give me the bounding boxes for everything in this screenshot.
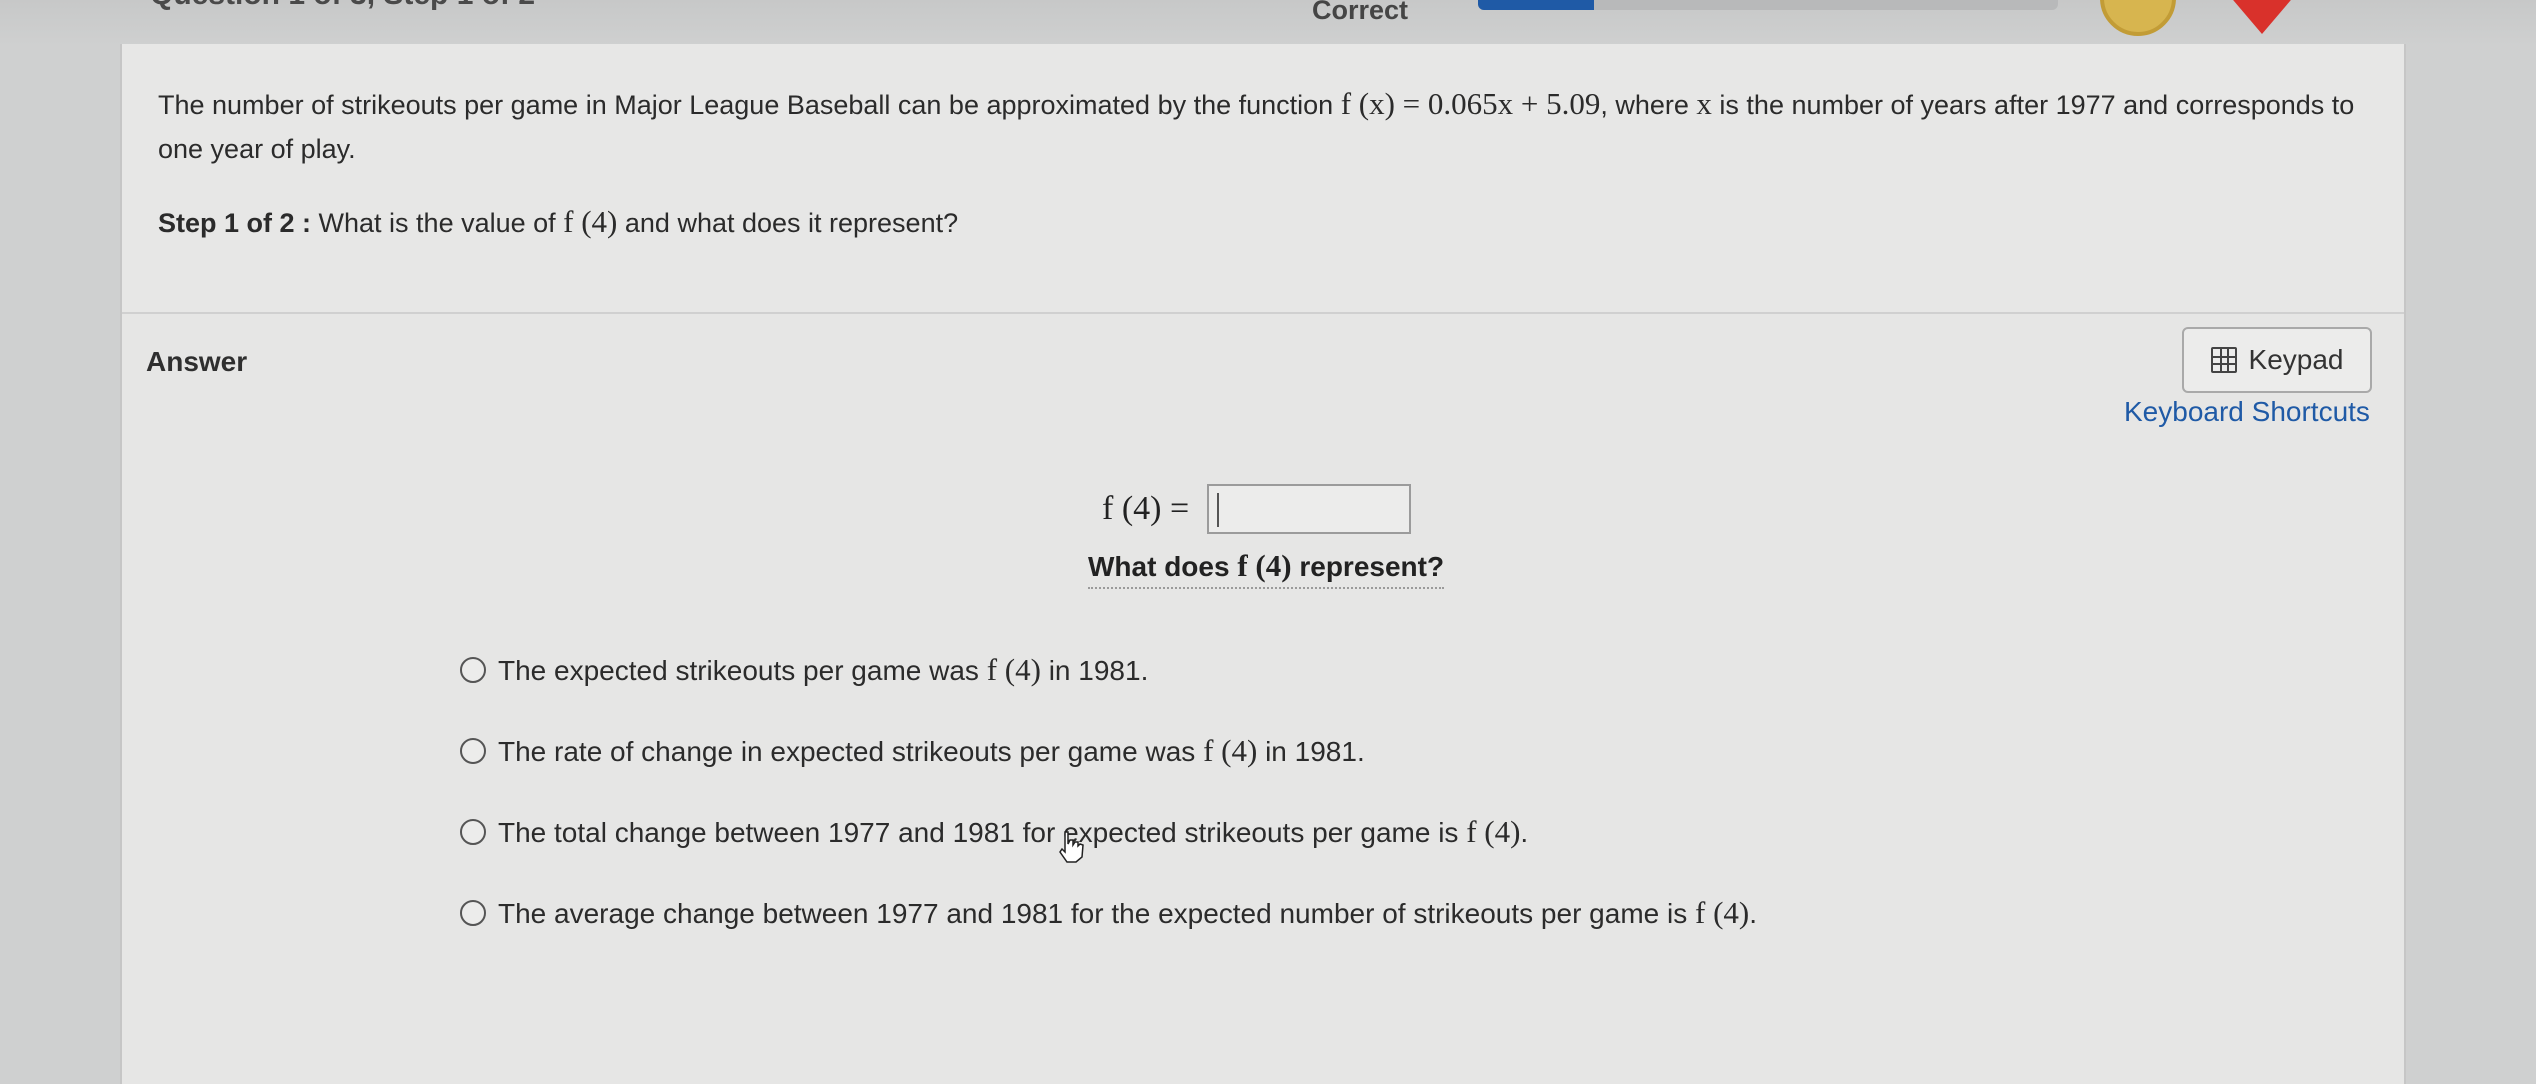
option-text: The average change between 1977 and 1981…: [498, 895, 1757, 931]
step-math: f (4): [563, 204, 618, 239]
top-bar: Question 1 of 3, Step 1 of 2 Correct: [0, 0, 2536, 46]
represent-suffix: represent?: [1291, 551, 1445, 582]
question-text-middle: , where: [1600, 90, 1697, 120]
status-label: Correct: [1312, 0, 1409, 25]
question-card: The number of strikeouts per game in Maj…: [120, 44, 2406, 1084]
option-text-after: .: [1520, 817, 1529, 848]
calculator-icon: [2210, 347, 2237, 373]
progress-bar: [1478, 0, 2058, 10]
option-text-before: The expected strikeouts per game was: [498, 655, 987, 686]
radio-button[interactable]: [460, 738, 486, 764]
answer-label: Answer: [146, 346, 248, 377]
option-math: f (4): [1695, 895, 1750, 930]
text-caret: [1217, 493, 1220, 527]
step-prompt: Step 1 of 2 : What is the value of f (4)…: [158, 204, 958, 240]
radio-button[interactable]: [460, 657, 486, 683]
coin-icon[interactable]: [2100, 0, 2176, 36]
question-text: The number of strikeouts per game in Maj…: [158, 82, 2398, 171]
fx-answer-row: f (4) =: [1102, 484, 1412, 534]
radio-button[interactable]: [460, 819, 486, 845]
option-text-after: in 1981.: [1257, 736, 1365, 767]
option-text-after: in 1981.: [1040, 655, 1149, 686]
option-3[interactable]: The total change between 1977 and 1981 f…: [460, 810, 1757, 854]
option-text: The total change between 1977 and 1981 f…: [498, 814, 1528, 850]
step-label: Step 1 of 2 :: [158, 208, 312, 238]
keypad-label: Keypad: [2248, 344, 2344, 375]
question-text-before: The number of strikeouts per game in Maj…: [158, 90, 1341, 120]
keypad-button[interactable]: Keypad: [2182, 327, 2372, 393]
question-heading: Question 1 of 3, Step 1 of 2: [150, 0, 535, 12]
radio-button[interactable]: [460, 900, 486, 926]
option-text-after: .: [1749, 898, 1758, 929]
option-text: The rate of change in expected strikeout…: [498, 733, 1365, 769]
fx-answer-input[interactable]: [1207, 484, 1412, 534]
answer-options: The expected strikeouts per game was f (…: [460, 648, 1757, 972]
represent-math: f (4): [1237, 548, 1292, 583]
progress-fill: [1478, 0, 1594, 10]
represent-prefix: What does: [1088, 551, 1238, 582]
option-2[interactable]: The rate of change in expected strikeout…: [460, 729, 1757, 773]
step-text-before: What is the value of: [311, 208, 564, 238]
option-math: f (4): [986, 652, 1041, 687]
hand-cursor-icon: [1059, 831, 1084, 863]
question-panel: The number of strikeouts per game in Maj…: [122, 44, 2404, 314]
step-text-after: and what does it represent?: [617, 208, 959, 238]
option-math: f (4): [1466, 814, 1521, 849]
option-text-before: The total change between 1977 and 1981 f…: [498, 817, 1467, 848]
option-4[interactable]: The average change between 1977 and 1981…: [460, 891, 1757, 935]
option-1[interactable]: The expected strikeouts per game was f (…: [460, 648, 1757, 692]
keyboard-shortcuts-link[interactable]: Keyboard Shortcuts: [2124, 396, 2370, 428]
variable-x: x: [1696, 86, 1712, 121]
represent-question: What does f (4) represent?: [1088, 548, 1445, 589]
option-text: The expected strikeouts per game was f (…: [498, 652, 1148, 688]
option-text-before: The rate of change in expected strikeout…: [498, 736, 1204, 767]
function-expression: f (x) = 0.065x + 5.09: [1340, 86, 1601, 121]
option-math: f (4): [1203, 733, 1258, 768]
heart-icon[interactable]: [2222, 0, 2302, 36]
fx-label: f (4) =: [1102, 490, 1190, 527]
option-text-before: The average change between 1977 and 1981…: [498, 898, 1695, 929]
